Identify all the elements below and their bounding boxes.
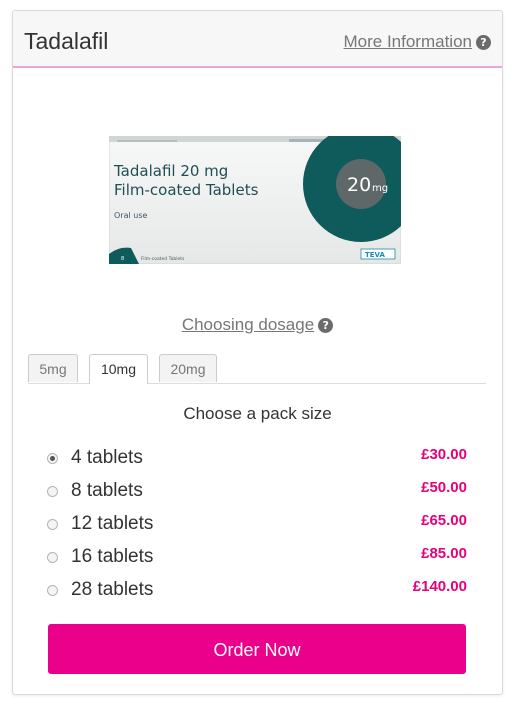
order-now-button[interactable]: Order Now (48, 624, 466, 674)
more-information-link[interactable]: More Information? (343, 32, 491, 52)
box-title-line1: Tadalafil 20 mg (113, 162, 228, 180)
pack-radio[interactable] (47, 486, 58, 497)
pack-option[interactable]: 12 tablets £65.00 (47, 511, 467, 544)
pack-size-options: 4 tablets £30.00 8 tablets £50.00 12 tab… (47, 445, 467, 610)
choosing-dosage-link[interactable]: Choosing dosage (182, 315, 314, 334)
box-count: 8 (121, 256, 124, 262)
tab-5mg[interactable]: 5mg (28, 354, 78, 382)
pack-option[interactable]: 4 tablets £30.00 (47, 445, 467, 478)
product-title: Tadalafil (24, 28, 109, 54)
pack-option-label: 8 tablets (71, 480, 143, 501)
box-count-text: Film-coated Tablets (141, 256, 185, 262)
product-card: Tadalafil More Information? 20 mg Tadala… (12, 10, 503, 695)
pack-option[interactable]: 16 tablets £85.00 (47, 544, 467, 577)
pack-option[interactable]: 8 tablets £50.00 (47, 478, 467, 511)
pack-option-price: £140.00 (412, 578, 467, 595)
dosage-tabs: 5mg 10mg 20mg (28, 354, 486, 384)
pack-option-label: 28 tablets (71, 579, 154, 600)
pack-option-price: £65.00 (421, 512, 467, 529)
pack-radio[interactable] (47, 585, 58, 596)
question-circle-icon: ? (318, 318, 334, 333)
pack-size-heading: Choose a pack size (183, 404, 332, 423)
box-route: Oral use (114, 211, 147, 220)
box-brand: TEVA (365, 251, 385, 259)
pack-option[interactable]: 28 tablets £140.00 (47, 577, 467, 610)
pack-radio[interactable] (47, 453, 58, 464)
choosing-dosage[interactable]: Choosing dosage? (13, 315, 502, 335)
box-title-line2: Film-coated Tablets (114, 181, 259, 199)
card-header: Tadalafil More Information? (13, 11, 502, 68)
question-circle-icon: ? (476, 35, 491, 50)
product-box-image: 20 mg Tadalafil 20 mg Film-coated Tablet… (109, 136, 401, 264)
pack-radio[interactable] (47, 519, 58, 530)
pack-option-label: 16 tablets (71, 546, 154, 567)
box-dose: 20 (347, 174, 371, 196)
pack-option-price: £50.00 (421, 479, 467, 496)
pack-option-label: 12 tablets (71, 513, 154, 534)
tab-20mg[interactable]: 20mg (159, 354, 217, 382)
pack-option-price: £85.00 (421, 545, 467, 562)
box-dose-unit: mg (372, 183, 388, 194)
tab-10mg[interactable]: 10mg (89, 354, 148, 384)
pack-radio[interactable] (47, 552, 58, 563)
more-information-label: More Information (343, 32, 473, 51)
pack-option-price: £30.00 (421, 446, 467, 463)
pack-option-label: 4 tablets (71, 447, 143, 468)
